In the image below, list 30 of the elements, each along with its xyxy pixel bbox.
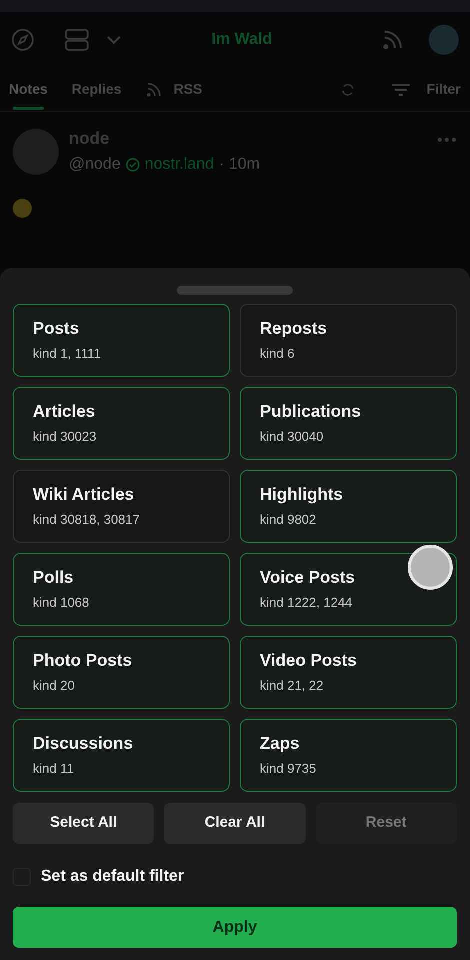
filter-card[interactable]: Posts kind 1, 1111 (13, 304, 230, 377)
filter-card[interactable]: Polls kind 1068 (13, 553, 230, 626)
filter-card[interactable]: Wiki Articles kind 30818, 30817 (13, 470, 230, 543)
filter-card[interactable]: Reposts kind 6 (240, 304, 457, 377)
filter-card[interactable]: Highlights kind 9802 (240, 470, 457, 543)
rss-icon[interactable] (382, 29, 404, 51)
drag-handle[interactable] (177, 286, 293, 295)
filter-card[interactable]: Video Posts kind 21, 22 (240, 636, 457, 709)
more-icon[interactable] (437, 137, 457, 143)
filter-card[interactable]: Photo Posts kind 20 (13, 636, 230, 709)
checkbox-label[interactable]: Set as default filter (41, 865, 184, 889)
filter-card[interactable]: Voice Posts kind 1222, 1244 (240, 553, 457, 626)
filter-card[interactable]: Publications kind 30040 (240, 387, 457, 460)
action-button[interactable]: Select All (13, 803, 154, 844)
server-icon[interactable] (64, 28, 90, 52)
avatar[interactable] (429, 25, 459, 55)
chevron-down-icon[interactable] (106, 35, 122, 45)
verified-icon (126, 158, 140, 172)
header-title: Im Wald (212, 30, 272, 50)
filter-icon (390, 82, 411, 96)
action-button[interactable]: Clear All (164, 803, 306, 844)
filter-card[interactable]: Articles kind 30023 (13, 387, 230, 460)
refresh-icon[interactable] (340, 82, 355, 96)
author-handle: @node (69, 155, 121, 175)
post-time: · 10m (219, 155, 260, 175)
apply-button[interactable]: Apply (13, 907, 457, 948)
filter-card[interactable]: Discussions kind 11 (13, 719, 230, 792)
compass-icon[interactable] (11, 28, 35, 52)
rss-icon (146, 82, 162, 98)
filter-card[interactable]: Zaps kind 9735 (240, 719, 457, 792)
